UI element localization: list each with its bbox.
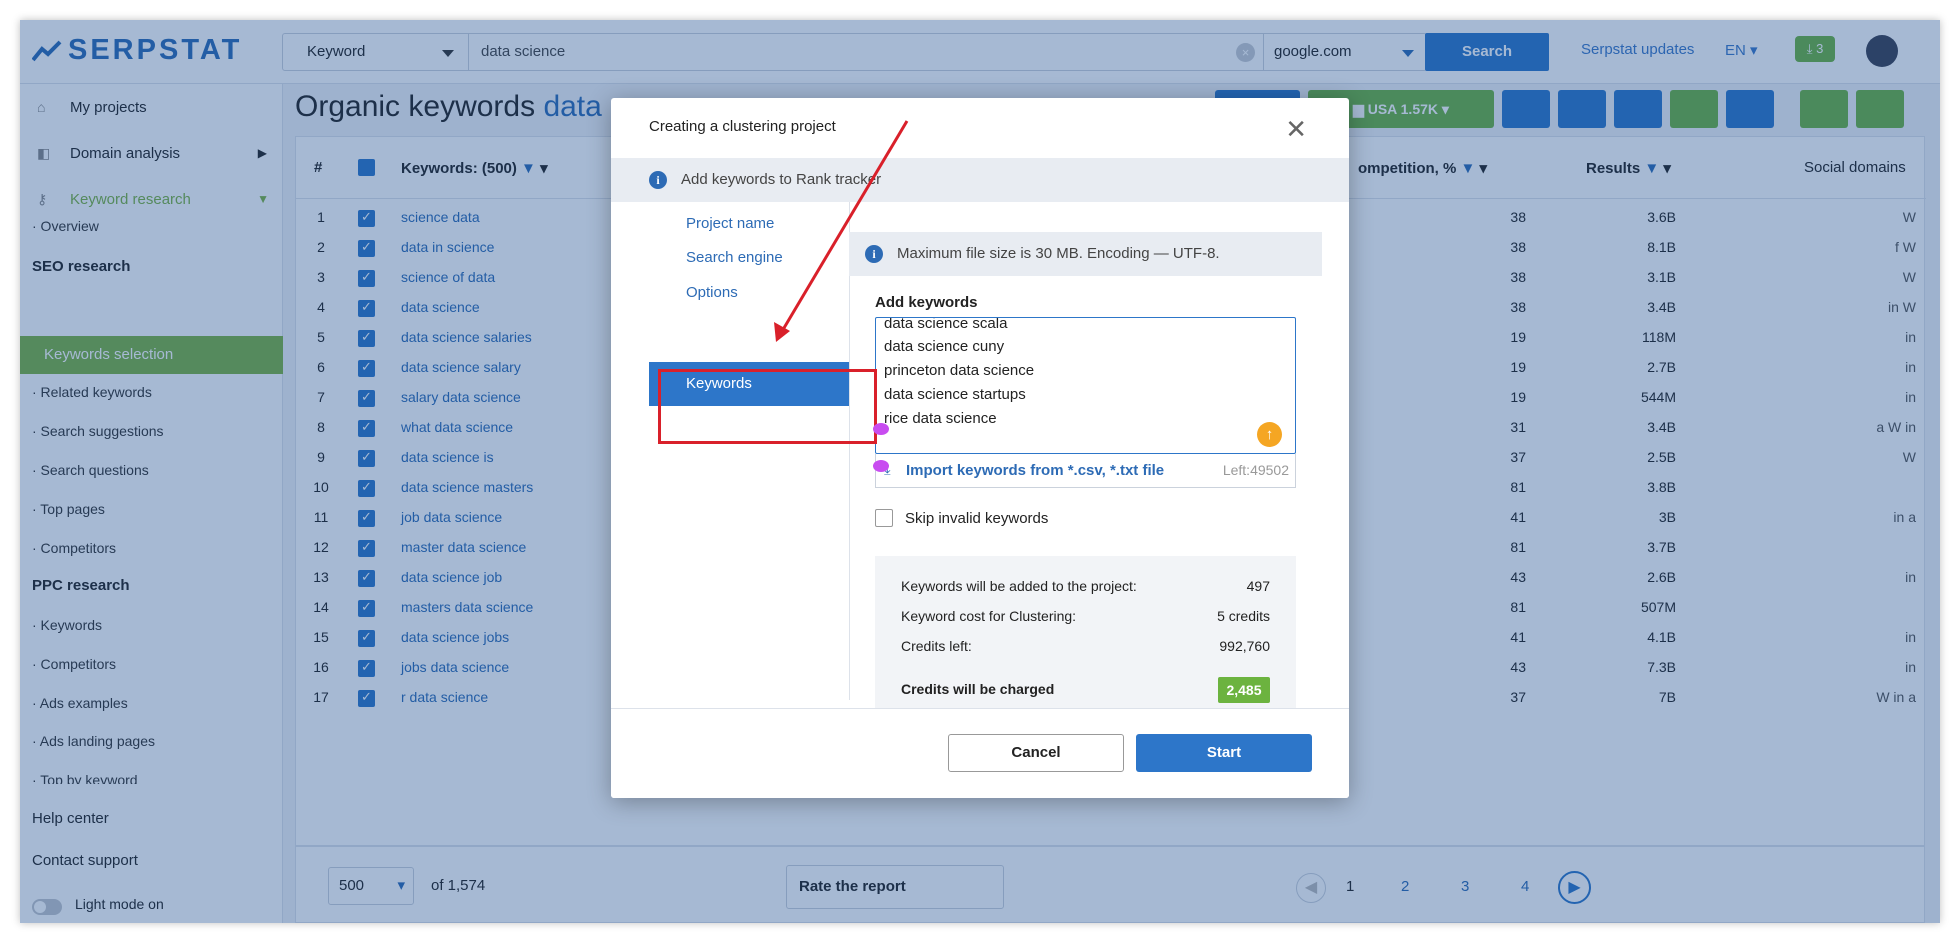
annotation-arrow [774,120,909,342]
cursor-marker [873,460,889,472]
cursor-marker [873,423,889,435]
app-window: SERPSTAT Keyword data science × google.co… [20,20,1940,923]
